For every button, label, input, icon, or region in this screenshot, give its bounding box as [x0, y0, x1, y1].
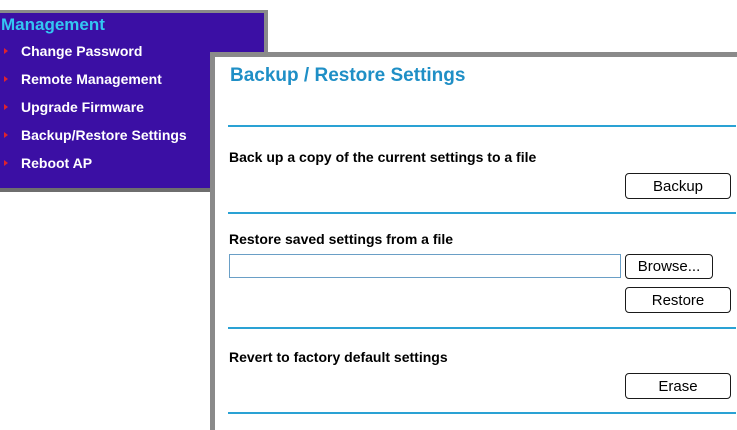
- revert-label: Revert to factory default settings: [229, 349, 448, 365]
- section-divider: [228, 412, 736, 414]
- backup-label: Back up a copy of the current settings t…: [229, 149, 537, 165]
- restore-button[interactable]: Restore: [625, 287, 731, 313]
- bullet-arrow-icon: [4, 104, 8, 110]
- menu-item-label: Remote Management: [21, 71, 162, 87]
- restore-label: Restore saved settings from a file: [229, 231, 454, 247]
- menu-item-label: Reboot AP: [21, 155, 93, 171]
- menu-title: Management: [1, 15, 105, 34]
- bullet-arrow-icon: [4, 76, 8, 82]
- backup-button[interactable]: Backup: [625, 173, 731, 199]
- bullet-arrow-icon: [4, 132, 8, 138]
- section-divider: [228, 212, 736, 214]
- section-divider: [228, 327, 736, 329]
- restore-file-input[interactable]: [229, 254, 621, 278]
- bullet-arrow-icon: [4, 48, 8, 54]
- menu-item-label: Change Password: [21, 43, 143, 59]
- section-divider: [228, 125, 736, 127]
- bullet-arrow-icon: [4, 160, 8, 166]
- page-title: Backup / Restore Settings: [230, 65, 466, 86]
- browse-button[interactable]: Browse...: [625, 254, 713, 279]
- menu-item-label: Upgrade Firmware: [21, 99, 144, 115]
- backup-restore-panel: Backup / Restore Settings Back up a copy…: [210, 52, 737, 430]
- menu-item-label: Backup/Restore Settings: [21, 127, 187, 143]
- erase-button[interactable]: Erase: [625, 373, 731, 399]
